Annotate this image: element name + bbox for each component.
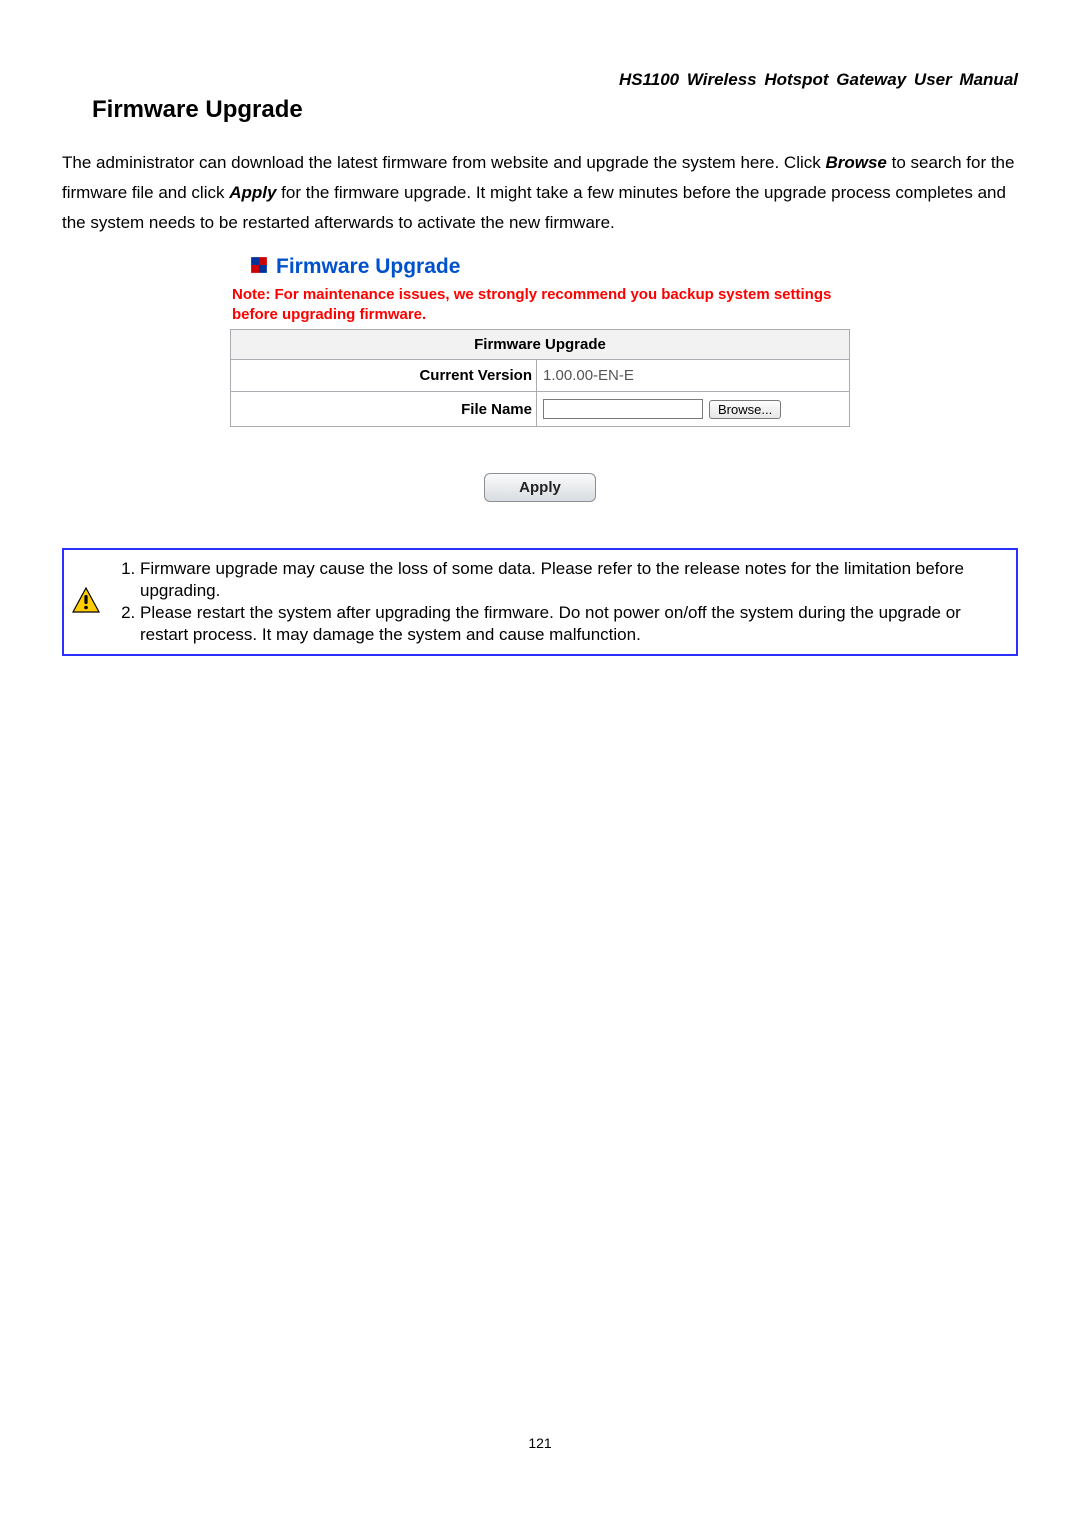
backup-note: Note: For maintenance issues, we strongl… — [232, 285, 850, 325]
intro-text-1: The administrator can download the lates… — [62, 153, 825, 172]
browse-button[interactable]: Browse... — [709, 400, 781, 419]
firmware-table-header: Firmware Upgrade — [231, 330, 850, 360]
apply-button[interactable]: Apply — [484, 473, 596, 502]
file-name-input[interactable] — [543, 399, 703, 419]
warning-item-2: Please restart the system after upgradin… — [140, 602, 1006, 646]
warning-icon — [72, 600, 100, 617]
current-version-value: 1.00.00-EN-E — [537, 360, 850, 392]
warning-item-1: Firmware upgrade may cause the loss of s… — [140, 558, 1006, 602]
firmware-panel-title: Firmware Upgrade — [276, 255, 460, 279]
current-version-label: Current Version — [231, 360, 537, 392]
warning-callout: Firmware upgrade may cause the loss of s… — [62, 548, 1018, 656]
intro-browse-word: Browse — [825, 153, 886, 172]
page-number: 121 — [0, 1435, 1080, 1451]
firmware-table: Firmware Upgrade Current Version 1.00.00… — [230, 329, 850, 427]
intro-apply-word: Apply — [229, 183, 276, 202]
section-title: Firmware Upgrade — [92, 96, 1018, 124]
warning-list: Firmware upgrade may cause the loss of s… — [112, 558, 1006, 646]
intro-paragraph: The administrator can download the lates… — [62, 148, 1018, 238]
document-header: HS1100 Wireless Hotspot Gateway User Man… — [62, 70, 1018, 90]
firmware-title-icon — [250, 256, 268, 279]
file-name-label: File Name — [231, 392, 537, 427]
firmware-upgrade-screenshot: Firmware Upgrade Note: For maintenance i… — [230, 255, 850, 502]
